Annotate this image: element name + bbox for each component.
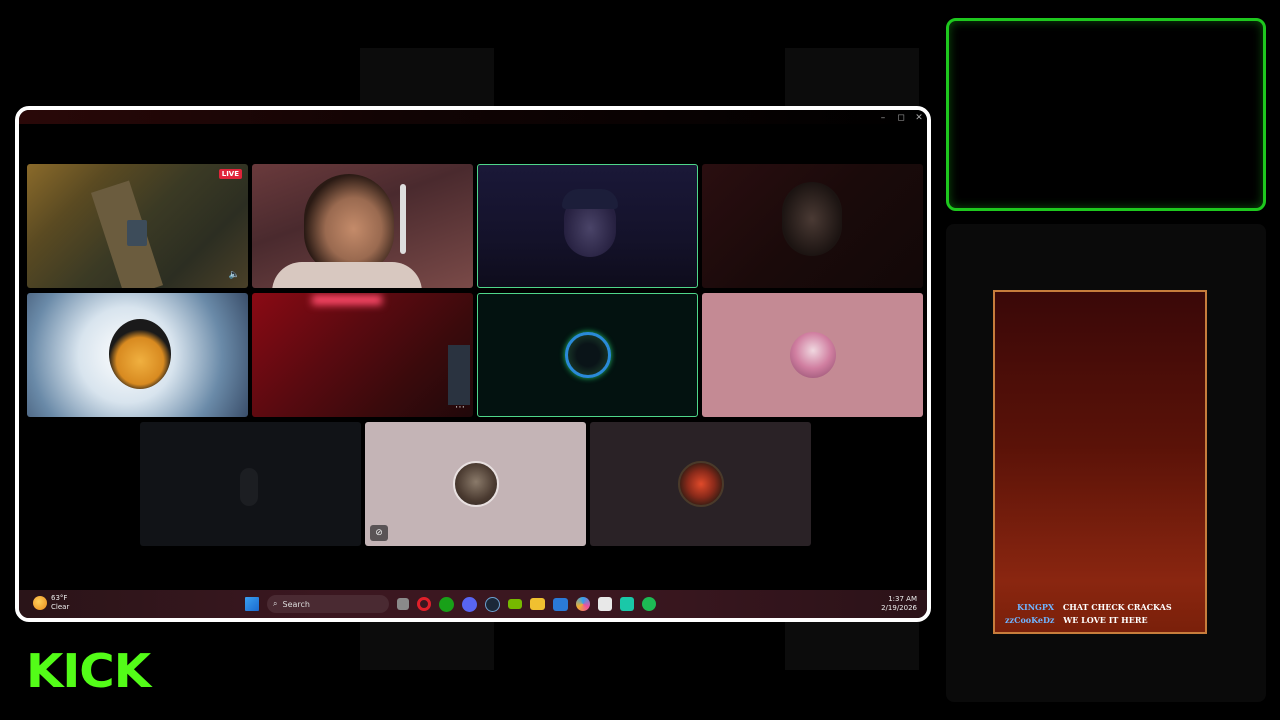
avatar [789,332,836,378]
avatar-character [109,319,171,389]
video-tile-participant-10[interactable]: ⊘ [365,422,586,546]
steam-icon[interactable] [485,596,500,612]
video-tile-participant-8[interactable] [702,293,923,417]
chat-message: KINGPX CHAT CHECK CRACKAS [1017,602,1172,612]
video-tile-participant-11[interactable] [590,422,811,546]
weather-moon-icon [33,596,47,610]
store-icon[interactable] [598,597,612,611]
avatar [452,461,499,507]
maximize-icon[interactable]: ◻ [897,113,905,123]
minimize-icon[interactable]: – [879,113,887,123]
cap-shape [562,189,618,209]
screen-capture-window: – ◻ ✕ LIVE 🔈 ⋯ ⊘ 63°F Clear ⌕ Search 1:3… [15,106,931,622]
video-tile-participant-9[interactable] [140,422,361,546]
chat-text: CHAT CHECK CRACKAS [1062,602,1172,612]
weather-temp: 63°F [51,594,68,602]
chat-overlay: KINGPX CHAT CHECK CRACKAS zzCooKeDz WE L… [993,290,1207,634]
discord-icon[interactable] [462,596,477,612]
headset-shape [400,184,406,254]
video-tile-participant-7[interactable] [477,293,698,417]
close-icon[interactable]: ✕ [915,113,923,123]
video-tile-participant-2[interactable] [252,164,473,288]
weather-condition: Clear [51,603,70,611]
person-head [782,182,842,256]
taskbar-search[interactable]: ⌕ Search [267,595,389,613]
weather-widget[interactable]: 63°F Clear [33,594,69,612]
camera-off-icon: ⊘ [370,525,388,541]
windows-icon[interactable] [245,597,259,611]
copilot-icon[interactable] [576,597,590,611]
monitor-shape [448,345,470,405]
silhouette-shape [240,468,258,506]
video-tile-participant-4[interactable] [702,164,923,288]
chat-username: zzCooKeDz [1005,615,1055,625]
xbox-icon[interactable] [439,596,454,612]
kick-logo: KICK [26,644,151,698]
window-title-bar: – ◻ ✕ [19,110,927,124]
app-icon[interactable] [620,597,634,611]
video-tile-game-stream[interactable]: LIVE 🔈 [27,164,248,288]
shirt-shape [272,262,422,288]
task-view-icon[interactable] [397,598,409,610]
nvidia-icon[interactable] [508,599,522,609]
search-label: Search [282,599,310,609]
video-tile-participant-3[interactable] [477,164,698,288]
video-tile-participant-6[interactable]: ⋯ [252,293,473,417]
more-options-icon[interactable]: ⋯ [455,402,465,413]
search-icon: ⌕ [273,599,278,608]
spotify-icon[interactable] [642,597,656,611]
opera-icon[interactable] [417,597,431,611]
chat-message: zzCooKeDz WE LOVE IT HERE [1005,615,1148,625]
windows-taskbar: 63°F Clear ⌕ Search 1:37 AM 2/19/2026 [19,590,927,618]
system-clock[interactable]: 1:37 AM 2/19/2026 [881,595,917,613]
mail-icon[interactable] [553,597,568,611]
clock-time: 1:37 AM [888,595,917,603]
truck-shape [127,220,147,246]
chat-text: WE LOVE IT HERE [1063,615,1148,625]
video-tile-participant-5[interactable] [27,293,248,417]
avatar [677,461,724,507]
file-explorer-icon[interactable] [530,598,545,610]
live-badge: LIVE [218,169,242,179]
volume-icon[interactable]: 🔈 [229,270,240,280]
chat-username: KINGPX [1017,602,1055,612]
neon-light [312,295,382,305]
person-head [304,174,394,274]
clock-date: 2/19/2026 [881,604,917,612]
avatar [564,332,611,378]
webcam-frame [946,18,1266,211]
